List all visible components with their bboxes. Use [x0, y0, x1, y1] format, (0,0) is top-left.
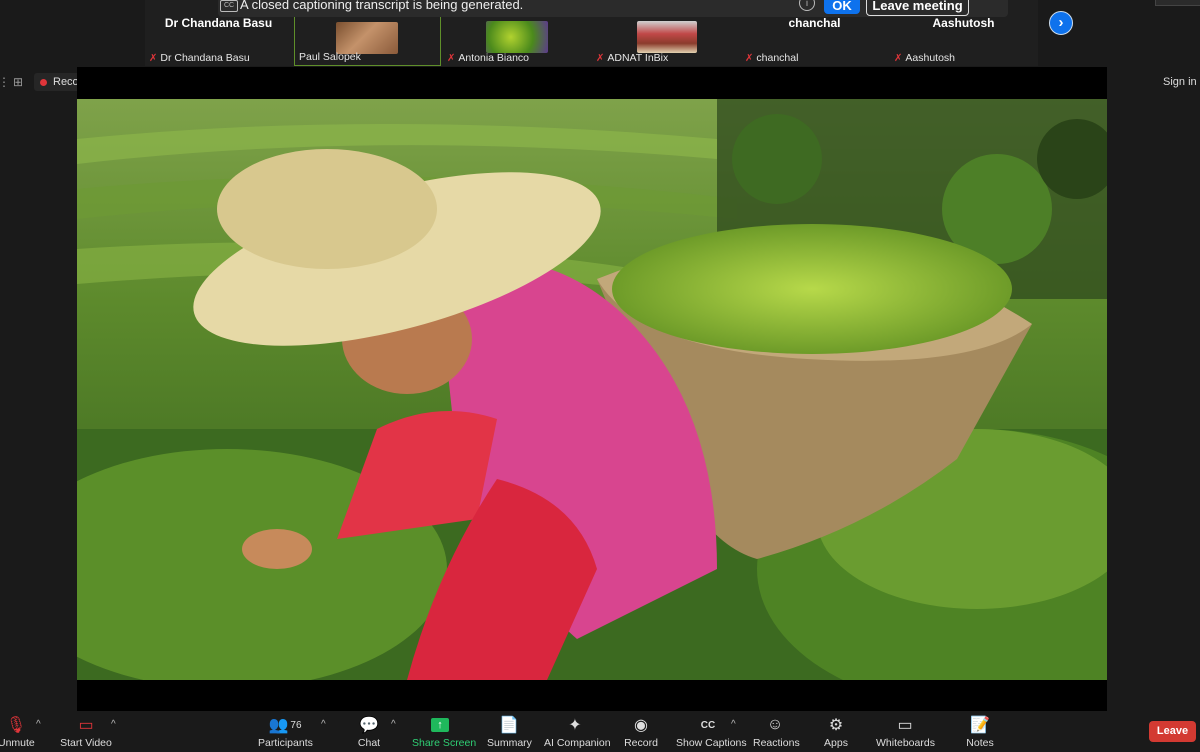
mic-muted-icon: 🎙: [5, 717, 27, 734]
participant-display-name: Aashutosh: [932, 16, 995, 30]
apps-label: Apps: [824, 737, 848, 749]
whiteboards-label: Whiteboards: [876, 737, 935, 749]
notes-icon: 📝: [970, 717, 990, 734]
chat-icon: 💬: [359, 717, 379, 734]
participant-name: ADNAT InBix: [607, 52, 669, 64]
smiley-icon: ☺: [766, 716, 784, 733]
recording-dot-icon: [40, 78, 47, 86]
participant-video: [336, 22, 398, 54]
video-off-icon: ▭: [78, 717, 94, 734]
participant-name: chanchal: [756, 52, 799, 64]
whiteboards-button[interactable]: ▭ Whiteboards: [876, 715, 935, 749]
participants-chevron-icon[interactable]: ^: [321, 719, 326, 730]
meeting-toolbar: 🎙 Unmute ^ ▭ Start Video ^ 👥 76 Participa…: [0, 711, 1200, 752]
participant-avatar: [486, 21, 548, 53]
menu-dots-icon[interactable]: ⋮: [0, 76, 10, 88]
audio-options-chevron-icon[interactable]: ^: [36, 719, 41, 730]
summary-label: Summary: [487, 737, 532, 749]
chat-chevron-icon[interactable]: ^: [391, 719, 396, 730]
participants-icon: 👥: [268, 717, 289, 734]
reactions-label: Reactions: [753, 737, 800, 749]
participant-name: Paul Salopek: [299, 51, 361, 63]
sparkle-icon: ✦: [568, 717, 582, 734]
ok-button[interactable]: OK: [824, 0, 860, 14]
participants-count: 76: [290, 719, 302, 731]
captions-chevron-icon[interactable]: ^: [731, 719, 736, 730]
unmute-button[interactable]: 🎙 Unmute: [0, 715, 35, 749]
next-page-arrow-icon[interactable]: ›: [1049, 11, 1073, 35]
notes-button[interactable]: 📝 Notes: [966, 715, 994, 749]
whiteboard-icon: ▭: [897, 717, 913, 734]
unmute-label: Unmute: [0, 737, 35, 749]
summary-button[interactable]: 📄 Summary: [487, 715, 532, 749]
view-grid-icon[interactable]: ⊞: [13, 76, 25, 88]
video-options-chevron-icon[interactable]: ^: [111, 719, 116, 730]
record-label: Record: [624, 737, 658, 749]
mic-muted-icon: ✗: [447, 52, 456, 64]
share-screen-button[interactable]: ↑ Share Screen: [412, 715, 477, 749]
participant-name: Antonia Bianco: [458, 52, 530, 64]
leave-meeting-button[interactable]: Leave meeting: [866, 0, 969, 16]
apps-button[interactable]: ⚙ Apps: [823, 715, 849, 749]
ai-companion-label: AI Companion: [544, 737, 611, 749]
chat-button[interactable]: 💬 Chat: [355, 715, 383, 749]
show-captions-label: Show Captions: [676, 737, 747, 749]
participant-name: Aashutosh: [905, 52, 956, 64]
leave-button[interactable]: Leave: [1149, 721, 1196, 742]
mic-muted-icon: ✗: [596, 52, 605, 64]
mic-muted-icon: ✗: [894, 52, 903, 64]
participant-avatar: [637, 21, 697, 53]
participant-display-name: Dr Chandana Basu: [164, 16, 273, 30]
summary-icon: 📄: [499, 717, 519, 734]
participant-display-name: chanchal: [788, 16, 841, 30]
ai-companion-button[interactable]: ✦ AI Companion: [544, 715, 611, 749]
notes-label: Notes: [966, 737, 994, 749]
shared-photo: [77, 99, 1107, 680]
record-button[interactable]: ◉ Record: [624, 715, 658, 749]
mic-muted-icon: ✗: [745, 52, 754, 64]
participant-name: Dr Chandana Basu: [160, 52, 250, 64]
window-control[interactable]: [1155, 0, 1200, 6]
start-video-label: Start Video: [60, 737, 112, 749]
cc-icon: CC: [220, 0, 238, 12]
share-screen-label: Share Screen: [412, 737, 477, 749]
mic-muted-icon: ✗: [149, 52, 158, 64]
chat-label: Chat: [357, 737, 381, 749]
reactions-button[interactable]: ☺ Reactions: [753, 715, 800, 749]
share-screen-icon: ↑: [431, 718, 449, 732]
participants-label: Participants: [258, 737, 313, 749]
caption-message: A closed captioning transcript is being …: [240, 0, 524, 12]
start-video-button[interactable]: ▭ Start Video: [60, 715, 112, 749]
participants-button[interactable]: 👥 76 Participants: [258, 715, 313, 749]
record-icon: ◉: [634, 717, 648, 734]
sign-in-link[interactable]: Sign in: [1163, 76, 1197, 88]
apps-icon: ⚙: [828, 717, 844, 734]
